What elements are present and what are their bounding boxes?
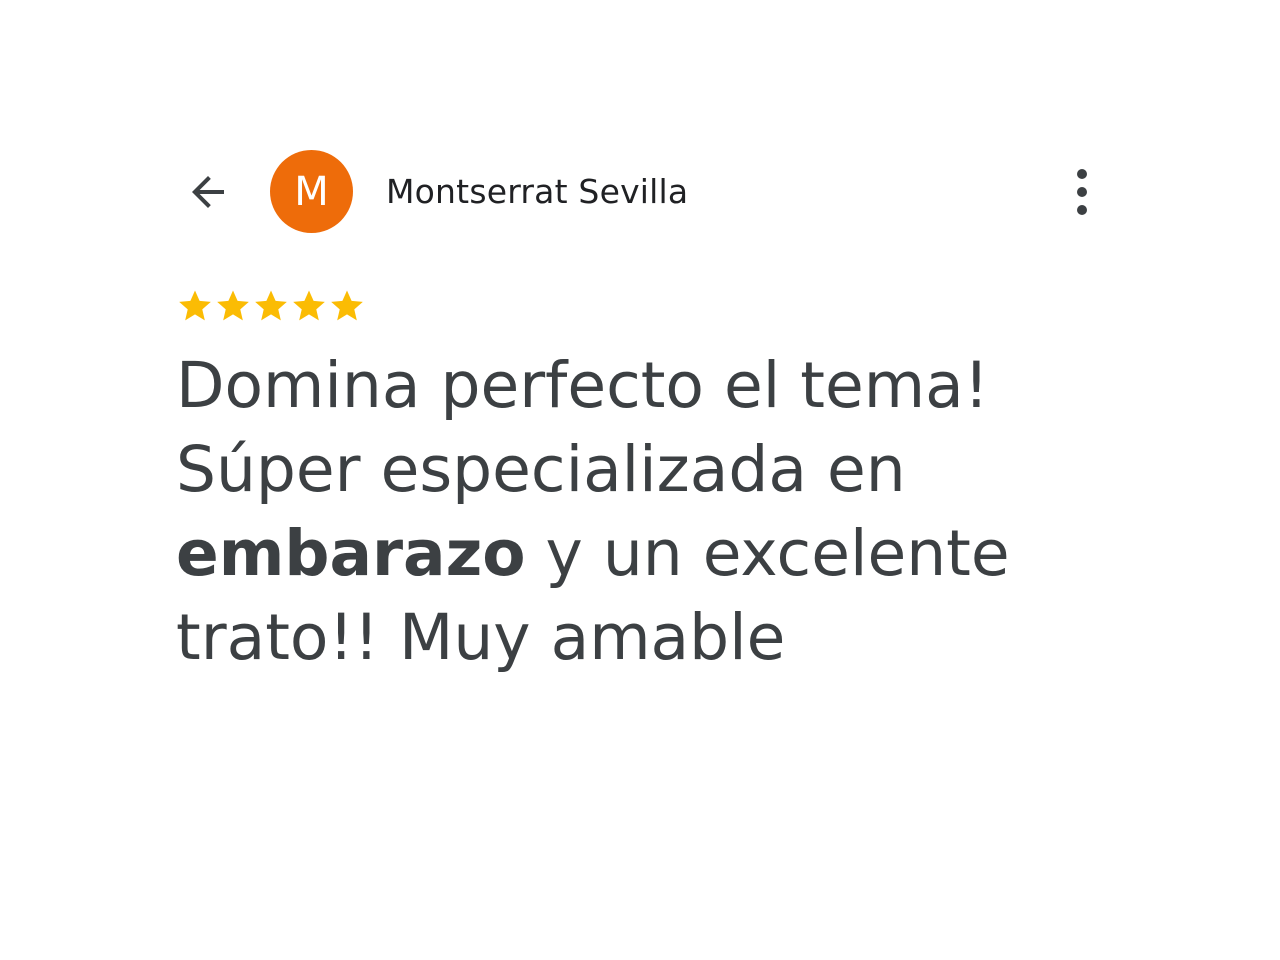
avatar[interactable]: M (270, 150, 353, 233)
review-text-highlight: embarazo (176, 517, 526, 590)
star-icon (331, 290, 363, 321)
arrow-back-icon (192, 176, 224, 208)
review-text-line: trato!! Muy amable (176, 596, 1136, 680)
review-text-segment: trato!! Muy amable (176, 601, 786, 674)
star-icon (217, 290, 249, 321)
review-text-segment: Súper especializada en (176, 433, 906, 506)
review-text-segment: y un excelente (525, 517, 1010, 590)
star-icon (179, 290, 211, 321)
review-text: Domina perfecto el tema! Súper especializ… (176, 344, 1136, 680)
review-header: M Montserrat Sevilla (0, 150, 1280, 234)
review-text-line: Súper especializada en (176, 428, 1136, 512)
back-button[interactable] (180, 166, 236, 218)
star-rating (176, 286, 366, 326)
more-options-button[interactable] (1058, 164, 1106, 220)
review-text-line: Domina perfecto el tema! (176, 344, 1136, 428)
review-text-line: embarazo y un excelente (176, 512, 1136, 596)
reviewer-name[interactable]: Montserrat Sevilla (386, 170, 688, 214)
star-icon (293, 290, 325, 321)
review-text-segment: Domina perfecto el tema! (176, 349, 989, 422)
star-icon (255, 290, 287, 321)
more-vert-icon (1077, 169, 1087, 215)
